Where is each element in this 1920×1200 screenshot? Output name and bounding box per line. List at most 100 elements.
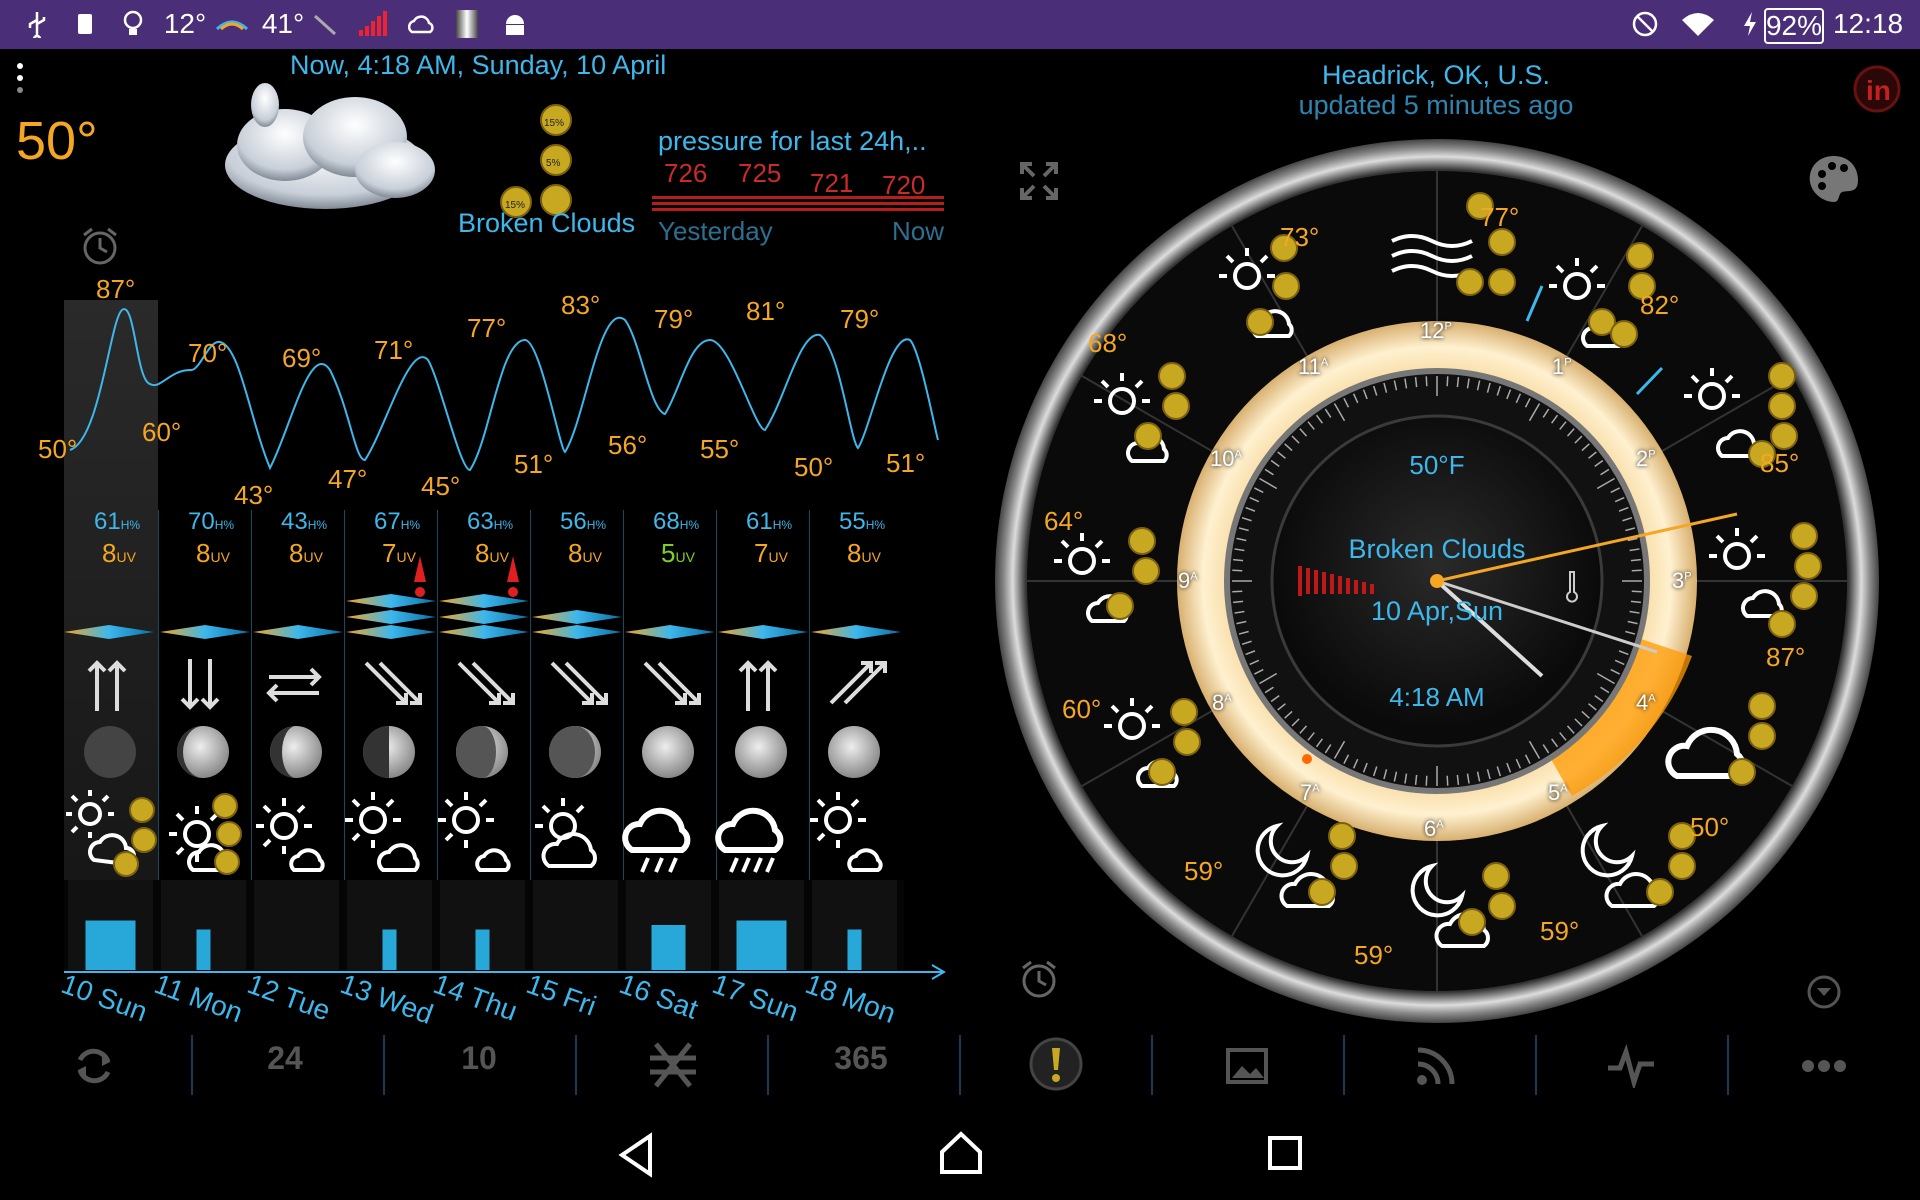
day-label-8[interactable]: 17 Sun [708,968,802,1028]
ring-temp-11: 73° [1280,222,1320,252]
low-temp-1: 50° [38,434,78,464]
low-temp-9: 50° [794,452,834,482]
location-name[interactable]: Headrick, OK, U.S. [1266,60,1606,91]
refresh-icon[interactable] [72,1044,116,1088]
day-label-9[interactable]: 18 Mon [801,968,899,1030]
current-temperature[interactable]: 50° [16,110,98,172]
day-label-6[interactable]: 15 Fri [522,968,600,1023]
clock-tick [1414,774,1418,785]
uv-badges-icon: 15% 5% [532,102,582,222]
alarm-icon[interactable] [80,226,120,266]
sun-cloud-icon [66,790,157,877]
day-label-2[interactable]: 11 Mon [150,968,246,1029]
toolbar-divider [575,1035,577,1095]
low-temp-6: 51° [514,449,554,479]
high-temp-6: 83° [561,290,601,320]
high-temp-1: 87° [96,274,136,304]
sb-temp-41: 41° [261,8,305,39]
info-button[interactable]: in [1852,64,1902,114]
rain-column-bg [533,880,618,970]
toolbar-divider [1343,1035,1345,1095]
day-6-humidity: 56H% [560,508,607,535]
clock-tick [1456,377,1460,388]
hour-9: 9A [1178,568,1198,593]
hour-8: 8A [1212,690,1232,715]
low-temp-8: 55° [700,434,740,464]
low-temp-5: 45° [421,471,461,501]
back-button[interactable] [616,1132,656,1178]
rain-bars[interactable] [64,880,904,970]
day-5-humidity: 63H% [467,508,514,535]
daily-weather-icons[interactable] [64,790,904,880]
ring-temp-3: 87° [1766,642,1806,672]
ring-temp-7: 59° [1184,856,1224,886]
ring-temp-5: 59° [1540,916,1580,946]
no-disturb-icon [1628,8,1662,40]
day-3-humidity: 43H% [281,508,328,535]
recents-button[interactable] [1266,1134,1306,1174]
wifi-icon [1678,8,1718,40]
ring-temp-2: 85° [1760,448,1800,478]
status-clock: 12:18 [1832,8,1904,39]
low-temp-7: 56° [608,430,648,460]
hour-7: 7A [1300,780,1320,805]
pressure-value-4: 720 [882,170,926,200]
hour-2: 2P [1636,446,1656,471]
image-icon[interactable] [1226,1048,1268,1084]
day-label-1[interactable]: 10 Sun [57,968,151,1028]
alarm-icon[interactable] [1018,958,1060,1000]
more-icon[interactable] [1800,1058,1848,1074]
toolbar-divider [959,1035,961,1095]
hour-11: 11A [1298,354,1329,379]
toolbar-divider [1535,1035,1537,1095]
moon-phase-row [64,722,904,782]
day-label-3[interactable]: 12 Tue [243,968,334,1027]
alert-icon[interactable] [1028,1036,1084,1092]
hour-3: 3P [1672,568,1692,593]
high-temp-9: 79° [840,304,880,334]
rain-bar [382,929,397,970]
day-3-uv: 8UV [289,538,323,568]
status-bar: 12° 41° 92% 12:18 [0,0,1920,49]
wind-vane-icon [310,8,340,40]
usb-icon [22,8,52,40]
home-button[interactable] [938,1130,984,1176]
wind-pointer-row [64,585,904,645]
view-365-button[interactable]: 365 [816,1040,906,1077]
dropdown-icon[interactable] [1806,974,1842,1010]
low-temp-3: 43° [234,480,274,510]
ring-temp-10: 68° [1088,328,1128,358]
toolbar-divider [767,1035,769,1095]
clock-tick [1233,600,1244,604]
high-temp-3: 69° [282,343,322,373]
broken-clouds-icon[interactable] [205,75,445,235]
ring-temp-12: 77° [1480,202,1520,232]
low-temp-2: 60° [142,417,182,447]
day-label-7[interactable]: 16 Sat [615,968,702,1026]
current-condition: Broken Clouds [458,208,636,238]
day-label-4[interactable]: 13 Wed [336,968,437,1031]
day-8-uv: 7UV [754,538,788,568]
rain-bar [651,925,686,970]
activity-icon[interactable] [1606,1043,1656,1091]
day-label-5[interactable]: 14 Thu [429,968,521,1028]
rss-icon[interactable] [1414,1044,1456,1088]
clock-tick [1631,590,1642,593]
overflow-menu-icon[interactable] [14,60,26,100]
high-temp-8: 81° [746,296,786,326]
wind-arrows-row [64,655,904,715]
day-2-uv: 8UV [196,538,230,568]
sd-card-icon [70,8,100,40]
wind-disabled-icon[interactable] [646,1040,700,1090]
weather-clock[interactable] [992,136,1882,1026]
view-10day-button[interactable]: 10 [434,1040,524,1077]
svg-text:in: in [1866,75,1891,106]
high-temp-4: 71° [374,335,414,365]
clock-condition: Broken Clouds [1348,534,1526,564]
pressure-value-2: 725 [738,158,782,188]
rain-bar [85,920,136,970]
view-24h-button[interactable]: 24 [240,1040,330,1077]
pressure-title[interactable]: pressure for last 24h,.. [658,126,927,157]
ring-temp-8: 60° [1062,694,1102,724]
day-4-humidity: 67H% [374,508,421,535]
